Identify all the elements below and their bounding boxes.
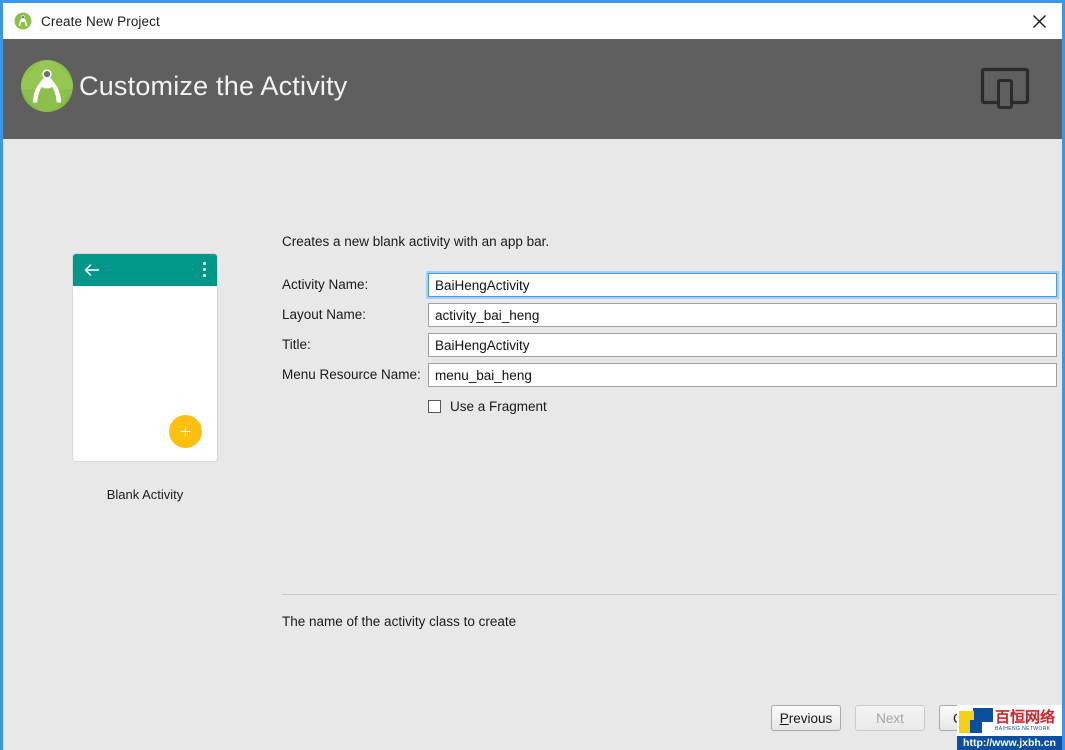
page-title: Customize the Activity [79,59,348,113]
window-title: Create New Project [41,14,160,29]
wizard-button-bar: Previous Next Cancel [3,694,1062,750]
title-label: Title: [282,333,311,357]
create-new-project-dialog: Create New Project Customize th [0,0,1065,750]
form-row-use-fragment: Use a Fragment [282,399,1057,425]
activity-preview-card[interactable] [73,254,217,461]
wizard-header: Customize the Activity [3,39,1062,139]
form-row-layout-name: Layout Name: [282,303,1057,333]
next-button[interactable]: Next [855,705,925,731]
close-icon[interactable] [1016,3,1062,39]
use-fragment-checkbox[interactable]: Use a Fragment [428,399,547,414]
back-arrow-icon [83,262,100,278]
plus-icon [169,415,202,448]
menu-resource-name-label: Menu Resource Name: [282,363,421,387]
activity-form: Activity Name: Layout Name: Title: Menu … [282,273,1057,425]
menu-resource-name-input[interactable] [428,363,1057,387]
activity-preview-caption: Blank Activity [73,487,217,502]
activity-name-label: Activity Name: [282,273,368,297]
overflow-menu-icon [203,262,207,278]
form-row-title: Title: [282,333,1057,363]
form-row-menu-resource-name: Menu Resource Name: [282,363,1057,393]
activity-name-input[interactable] [428,273,1057,297]
layout-name-label: Layout Name: [282,303,366,327]
previous-button-label: revious [789,711,833,726]
section-divider [282,594,1057,595]
title-bar: Create New Project [3,3,1062,39]
cancel-button[interactable]: Cancel [939,705,1009,731]
form-row-activity-name: Activity Name: [282,273,1057,303]
android-studio-icon [14,12,32,30]
previous-button-mnemonic: P [780,711,789,726]
activity-description: Creates a new blank activity with an app… [282,234,549,249]
layout-name-input[interactable] [428,303,1057,327]
help-text: The name of the activity class to create [282,614,516,629]
previous-button[interactable]: Previous [771,705,841,731]
activity-preview[interactable]: Blank Activity [73,254,217,502]
android-studio-logo-icon [20,59,74,113]
preview-app-bar [73,254,217,286]
dialog-body: Blank Activity Creates a new blank activ… [3,139,1062,750]
use-fragment-label: Use a Fragment [450,399,547,414]
checkbox-box-icon [428,400,441,413]
device-preview-icon [980,66,1030,110]
title-input[interactable] [428,333,1057,357]
